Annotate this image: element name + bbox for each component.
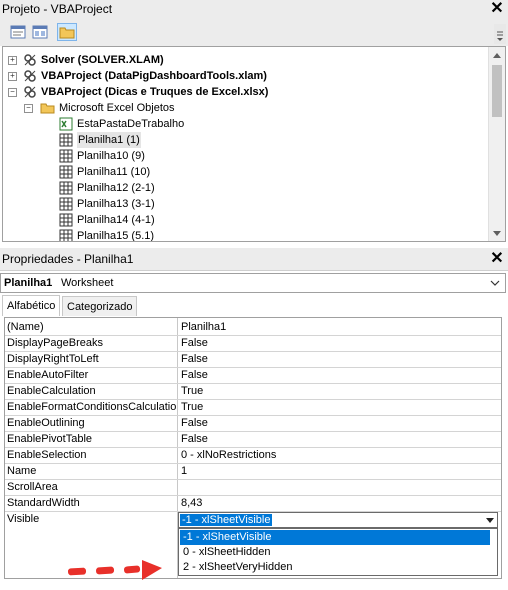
property-value[interactable]: Planilha1: [181, 320, 226, 335]
property-value[interactable]: False: [181, 336, 208, 351]
dropdown-option[interactable]: 2 - xlSheetVeryHidden: [180, 560, 490, 575]
property-row[interactable]: EnableFormatConditionsCalculation True: [5, 400, 501, 416]
property-row[interactable]: EnablePivotTable False: [5, 432, 501, 448]
vba-project-icon: [23, 69, 37, 83]
properties-grid[interactable]: (Name) Planilha1 DisplayPageBreaks False D…: [4, 317, 502, 579]
project-title: Projeto - VBAProject: [2, 2, 113, 16]
property-row[interactable]: EnableCalculation True: [5, 384, 501, 400]
worksheet-icon: [59, 213, 73, 227]
expand-icon[interactable]: +: [8, 56, 17, 65]
view-object-icon[interactable]: [30, 23, 50, 41]
object-type: Worksheet: [61, 277, 114, 289]
property-row[interactable]: Name 1: [5, 464, 501, 480]
property-value[interactable]: False: [181, 416, 208, 431]
properties-title: Propriedades - Planilha1: [2, 252, 134, 266]
property-row[interactable]: (Name) Planilha1: [5, 320, 501, 336]
property-row[interactable]: DisplayRightToLeft False: [5, 352, 501, 368]
expand-icon[interactable]: +: [8, 72, 17, 81]
tree-item-label: Planilha14 (4-1): [77, 214, 155, 226]
tab-categorizado[interactable]: Categorizado: [62, 296, 138, 316]
object-name: Planilha1: [4, 277, 53, 289]
project-titlebar: Projeto - VBAProject ✕: [0, 0, 508, 19]
property-name: EnableCalculation: [7, 385, 96, 397]
property-name: StandardWidth: [7, 497, 80, 509]
property-row[interactable]: EnableAutoFilter False: [5, 368, 501, 384]
tree-scrollbar[interactable]: [488, 47, 505, 241]
combobox-selected-value: -1 - xlSheetVisible: [180, 514, 273, 526]
dropdown-option[interactable]: 0 - xlSheetHidden: [180, 545, 490, 560]
property-name: (Name): [7, 321, 44, 333]
annotation-arrow-icon: [66, 560, 166, 590]
tree-item-label: Planilha11 (10): [77, 166, 151, 178]
property-row[interactable]: EnableOutlining False: [5, 416, 501, 432]
collapse-icon[interactable]: −: [24, 104, 33, 113]
vba-project-icon: [23, 85, 37, 99]
properties-tabs: Alfabético Categorizado: [0, 295, 508, 316]
workbook-icon: [59, 117, 73, 131]
tree-item-label: Planilha13 (3-1): [77, 198, 155, 210]
property-name: EnablePivotTable: [7, 433, 93, 445]
tree-item-label: Microsoft Excel Objetos: [59, 102, 175, 114]
chevron-down-icon[interactable]: [489, 276, 501, 293]
property-name: EnableAutoFilter: [7, 369, 89, 381]
property-row[interactable]: EnableSelection 0 - xlNoRestrictions: [5, 448, 501, 464]
view-code-icon[interactable]: [8, 23, 28, 41]
tree-item-label: Planilha10 (9): [77, 150, 145, 162]
chevron-down-icon[interactable]: [483, 513, 497, 527]
toolbar-scroll-icon[interactable]: [494, 24, 506, 44]
property-value[interactable]: 1: [181, 464, 187, 479]
property-name: ScrollArea: [7, 481, 58, 493]
object-selector[interactable]: Planilha1 Worksheet: [0, 273, 506, 293]
tab-alfabetico[interactable]: Alfabético: [2, 295, 61, 316]
vba-project-icon: [23, 53, 37, 67]
property-name: EnableOutlining: [7, 417, 85, 429]
visible-dropdown-list[interactable]: -1 - xlSheetVisible 0 - xlSheetHidden 2 …: [178, 528, 498, 576]
tree-item-label: Planilha15 (5.1): [77, 230, 155, 242]
property-name: DisplayRightToLeft: [7, 353, 99, 365]
tree-item-label: EstaPastaDeTrabalho: [77, 118, 185, 130]
dropdown-option[interactable]: -1 - xlSheetVisible: [180, 530, 490, 545]
property-name: EnableSelection: [7, 449, 87, 461]
collapse-icon[interactable]: −: [8, 88, 17, 97]
project-toolbar: [0, 18, 508, 46]
visible-combobox[interactable]: -1 - xlSheetVisible: [178, 512, 498, 528]
project-tree[interactable]: + Solver (SOLVER.XLAM) + VBAProject (Dat…: [2, 46, 506, 242]
property-value[interactable]: True: [181, 400, 203, 415]
worksheet-icon: [59, 133, 73, 147]
toggle-folders-icon[interactable]: [57, 23, 77, 41]
tree-item-label: VBAProject (Dicas e Truques de Excel.xls…: [41, 86, 269, 98]
worksheet-icon: [59, 229, 73, 241]
close-icon[interactable]: ✕: [488, 250, 506, 268]
property-value[interactable]: False: [181, 368, 208, 383]
tree-item-label: Planilha12 (2-1): [77, 182, 155, 194]
property-row[interactable]: DisplayPageBreaks False: [5, 336, 501, 352]
property-value[interactable]: 0 - xlNoRestrictions: [181, 448, 276, 463]
worksheet-icon: [59, 197, 73, 211]
tree-item-label: VBAProject (DataPigDashboardTools.xlam): [41, 70, 267, 82]
property-value[interactable]: True: [181, 384, 203, 399]
property-value[interactable]: False: [181, 352, 208, 367]
property-name: Name: [7, 465, 37, 477]
worksheet-icon: [59, 165, 73, 179]
property-row[interactable]: ScrollArea: [5, 480, 501, 496]
worksheet-icon: [59, 181, 73, 195]
close-icon[interactable]: ✕: [488, 0, 506, 18]
property-row[interactable]: StandardWidth 8,43: [5, 496, 501, 512]
tree-item-label: Planilha1 (1): [77, 132, 141, 148]
property-value[interactable]: False: [181, 432, 208, 447]
properties-titlebar: Propriedades - Planilha1 ✕: [0, 248, 508, 271]
property-name: EnableFormatConditionsCalculation: [7, 401, 177, 413]
worksheet-icon: [59, 149, 73, 163]
property-name: Visible: [7, 513, 40, 525]
property-name: DisplayPageBreaks: [7, 337, 103, 349]
property-value[interactable]: 8,43: [181, 496, 202, 511]
tree-item-label: Solver (SOLVER.XLAM): [41, 54, 164, 66]
folder-open-icon: [40, 101, 55, 115]
